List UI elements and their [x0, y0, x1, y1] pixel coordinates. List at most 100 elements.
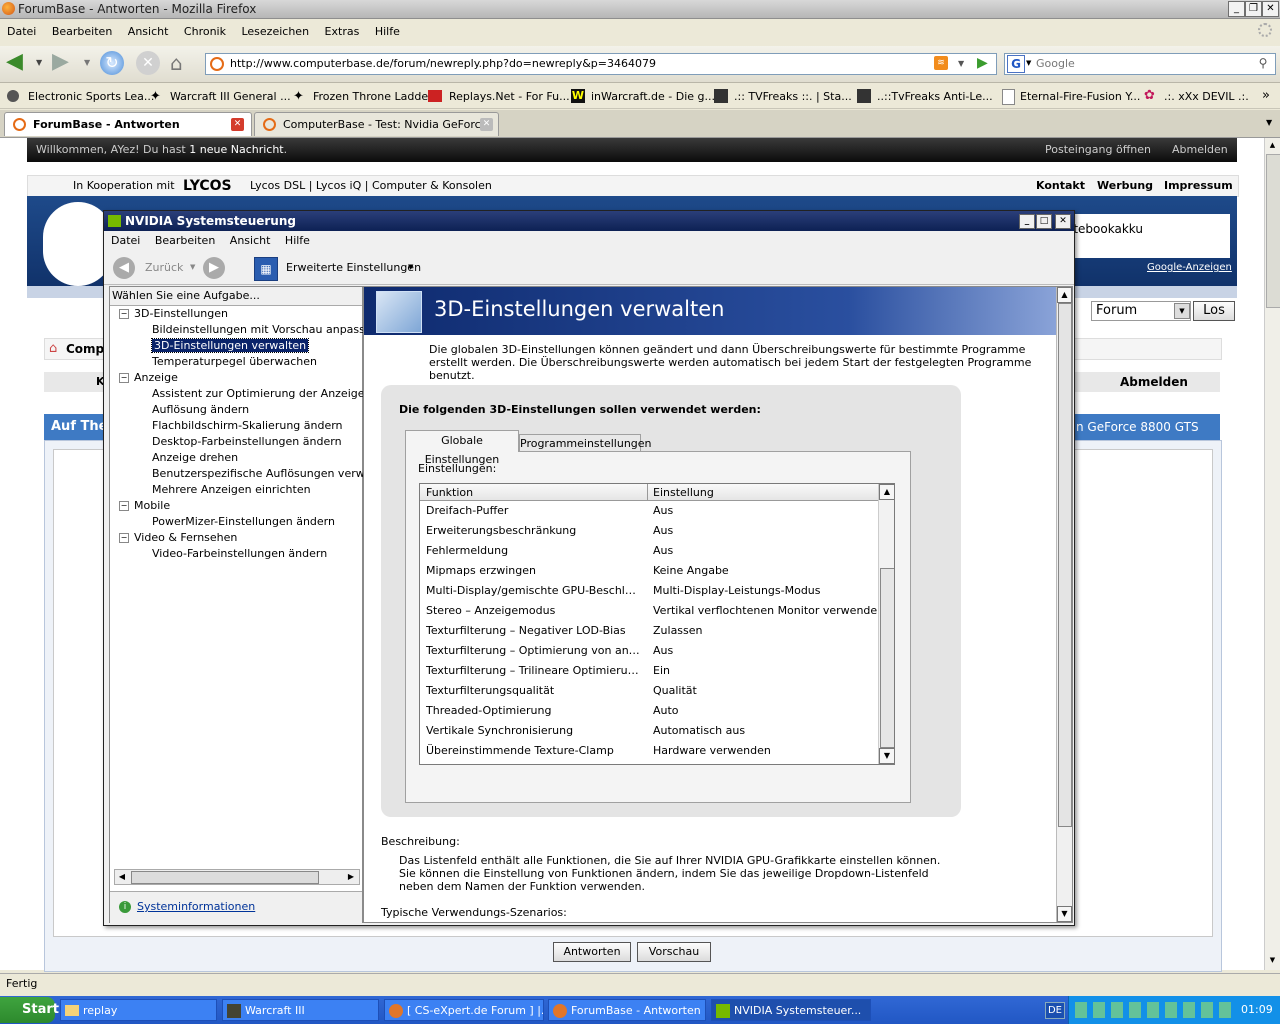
- row-setting-value[interactable]: Aus: [653, 501, 673, 521]
- table-row[interactable]: Mipmaps erzwingen Keine Angabe: [420, 561, 878, 581]
- tree-item[interactable]: Assistent zur Optimierung der Anzeige au…: [152, 387, 391, 400]
- nv-minimize-button[interactable]: _: [1019, 214, 1035, 229]
- tree-item[interactable]: − Video & Fernsehen: [119, 531, 237, 544]
- reload-icon[interactable]: ↻: [100, 51, 124, 75]
- forum-search-go-button[interactable]: Los: [1193, 301, 1235, 321]
- tab-close-icon[interactable]: ✕: [480, 118, 493, 131]
- bookmark-item[interactable]: inWarcraft.de - Die g...: [591, 90, 715, 103]
- nav-impressum[interactable]: Impressum: [1164, 176, 1233, 196]
- preview-button[interactable]: Vorschau: [637, 942, 711, 962]
- task-nvidia[interactable]: NVIDIA Systemsteuer...: [711, 999, 871, 1021]
- table-row[interactable]: Texturfilterung – Trilineare Optimierung…: [420, 661, 878, 681]
- tree-item[interactable]: PowerMizer-Einstellungen ändern: [152, 515, 335, 528]
- menu-ansicht[interactable]: Ansicht: [128, 25, 169, 38]
- table-row[interactable]: Stereo – Anzeigemodus Vertikal verflochte…: [420, 601, 884, 621]
- tree-item[interactable]: Benutzerspezifische Auflösungen verwalte: [152, 467, 386, 480]
- bookmark-item[interactable]: Frozen Throne Ladder: [313, 90, 433, 103]
- hscroll-right-icon[interactable]: ▶: [344, 870, 358, 884]
- menu-datei[interactable]: Datei: [7, 25, 36, 38]
- bookmark-item[interactable]: Warcraft III General ...: [170, 90, 291, 103]
- search-input[interactable]: Google: [1036, 57, 1075, 70]
- tree-item[interactable]: Temperaturpegel überwachen: [152, 355, 317, 368]
- forward-dropdown-icon[interactable]: ▼: [84, 58, 90, 67]
- nv-maximize-button[interactable]: □: [1036, 214, 1052, 229]
- nv-close-button[interactable]: ✕: [1055, 214, 1071, 229]
- rss-icon[interactable]: ≋: [934, 56, 948, 70]
- logout-link[interactable]: Abmelden: [1172, 138, 1228, 162]
- row-setting-value[interactable]: Aus: [653, 521, 673, 541]
- row-setting-value[interactable]: Multi-Display-Leistungs-Modus: [653, 581, 821, 601]
- task-forumbase[interactable]: ForumBase - Antworten ...: [548, 999, 706, 1021]
- row-setting-value[interactable]: Vertikal verflochtenen Monitor verwenden: [653, 601, 884, 621]
- tray-icons[interactable]: [1075, 1002, 1235, 1018]
- tab-global-settings[interactable]: Globale Einstellungen: [405, 430, 519, 466]
- back-icon[interactable]: ◀: [6, 51, 30, 74]
- nv-back-dropdown-icon[interactable]: ▼: [190, 263, 195, 271]
- tab-program-settings[interactable]: Programmeinstellungen: [519, 434, 652, 452]
- page-scrollbar[interactable]: ▲ ▼: [1264, 138, 1280, 970]
- tree-item[interactable]: Video-Farbeinstellungen ändern: [152, 547, 327, 560]
- nv-advanced-dropdown-icon[interactable]: ▼: [408, 263, 413, 271]
- tree-item[interactable]: −3D-Einstellungen: [119, 307, 228, 320]
- row-setting-value[interactable]: Aus: [653, 641, 673, 661]
- task-replay[interactable]: replay: [60, 999, 217, 1021]
- back-dropdown-icon[interactable]: ▼: [36, 58, 42, 67]
- bookmark-item[interactable]: Replays.Net - For Fu...: [449, 90, 570, 103]
- forum-search-select[interactable]: Forum ▼: [1091, 301, 1191, 321]
- table-row[interactable]: Übereinstimmende Texture-Clamp Hardware v…: [420, 741, 878, 761]
- table-row[interactable]: Multi-Display/gemischte GPU-Beschleunigu…: [420, 581, 878, 601]
- new-message-link[interactable]: 1 neue Nachricht: [189, 143, 283, 156]
- minimize-button[interactable]: _: [1228, 1, 1245, 17]
- row-setting-value[interactable]: Ein: [653, 661, 670, 681]
- bookmark-item[interactable]: Electronic Sports Lea...: [28, 90, 154, 103]
- pane-scroll-thumb[interactable]: [1058, 303, 1072, 827]
- menu-bearbeiten[interactable]: Bearbeiten: [52, 25, 112, 38]
- nav-abmelden[interactable]: Abmelden: [1120, 375, 1188, 389]
- pane-scroll-up-icon[interactable]: ▲: [1057, 287, 1072, 303]
- nv-forward-icon[interactable]: ▶: [203, 257, 225, 279]
- language-indicator[interactable]: DE: [1045, 1002, 1065, 1019]
- search-icon[interactable]: ⚲: [1253, 54, 1273, 72]
- url-bar[interactable]: http://www.computerbase.de/forum/newrepl…: [205, 53, 997, 75]
- row-setting-value[interactable]: Hardware verwenden: [653, 741, 771, 761]
- tab-close-icon[interactable]: ✕: [231, 118, 244, 131]
- sysinfo-link[interactable]: Systeminformationen: [137, 900, 255, 913]
- restore-button[interactable]: ❐: [1245, 1, 1262, 17]
- table-row[interactable]: Fehlermeldung Aus: [420, 541, 878, 561]
- tree-item[interactable]: Desktop-Farbeinstellungen ändern: [152, 435, 342, 448]
- pane-scrollbar[interactable]: ▲ ▼: [1056, 287, 1072, 922]
- hscroll-left-icon[interactable]: ◀: [115, 870, 129, 884]
- coop-links[interactable]: Lycos DSL | Lycos iQ | Computer & Konsol…: [250, 176, 492, 196]
- col-function-header[interactable]: Funktion: [426, 486, 473, 499]
- start-button[interactable]: Start: [0, 997, 59, 1023]
- menu-extras[interactable]: Extras: [325, 25, 360, 38]
- tree-collapse-icon[interactable]: −: [119, 501, 129, 511]
- tree-collapse-icon[interactable]: −: [119, 309, 129, 319]
- task-cs-expert[interactable]: [ CS-eXpert.de Forum ] |...: [384, 999, 544, 1021]
- nv-menu-hilfe[interactable]: Hilfe: [285, 234, 310, 247]
- col-divider[interactable]: [647, 484, 648, 500]
- tree-item[interactable]: Anzeige drehen: [152, 451, 238, 464]
- forward-icon[interactable]: ▶: [52, 51, 76, 74]
- pane-scroll-down-icon[interactable]: ▼: [1057, 906, 1072, 922]
- nv-view-icon[interactable]: ▦: [254, 257, 278, 281]
- tree-item[interactable]: − Mobile: [119, 499, 170, 512]
- scroll-down-icon[interactable]: ▼: [1266, 954, 1279, 967]
- google-ads-link[interactable]: Google-Anzeigen: [1147, 262, 1232, 273]
- table-row[interactable]: Texturfilterung – Negativer LOD-Bias Zula…: [420, 621, 878, 641]
- row-setting-value[interactable]: Keine Angabe: [653, 561, 729, 581]
- tree-item[interactable]: Flachbildschirm-Skalierung ändern: [152, 419, 343, 432]
- close-button[interactable]: ✕: [1262, 1, 1279, 17]
- nav-kontakt[interactable]: Kontakt: [1036, 176, 1085, 196]
- bookmark-item[interactable]: Eternal-Fire-Fusion Y...: [1020, 90, 1140, 103]
- list-scroll-up-icon[interactable]: ▲: [879, 484, 894, 500]
- nv-menu-datei[interactable]: Datei: [111, 234, 140, 247]
- bookmark-item[interactable]: .:. xXx DEVIL .:.: [1164, 90, 1249, 103]
- home-icon[interactable]: ⌂: [170, 51, 196, 75]
- go-icon[interactable]: ▶: [977, 55, 988, 71]
- hscroll-thumb[interactable]: [131, 871, 319, 884]
- col-setting-header[interactable]: Einstellung: [653, 486, 714, 499]
- tab-forumbase[interactable]: ForumBase - Antworten ✕: [4, 112, 252, 136]
- table-row[interactable]: Threaded-Optimierung Auto: [420, 701, 878, 721]
- tree-item[interactable]: Bildeinstellungen mit Vorschau anpassen: [152, 323, 379, 336]
